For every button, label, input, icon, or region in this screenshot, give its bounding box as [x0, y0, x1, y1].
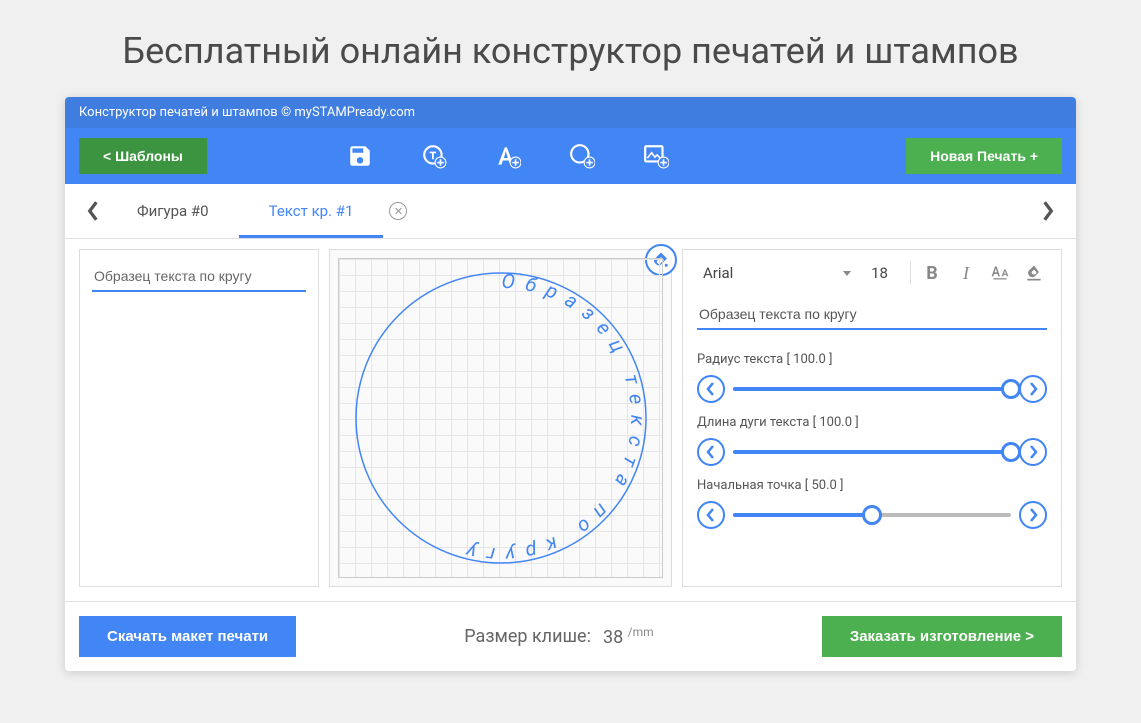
- font-select[interactable]: Arial: [697, 260, 857, 286]
- radius-decrease[interactable]: [697, 375, 725, 403]
- bottom-bar: Скачать макет печати Размер клише: 38 /m…: [65, 601, 1076, 671]
- cliche-size-value: 38: [603, 627, 623, 648]
- canvas-panel: Образец текста по кругу: [329, 249, 672, 587]
- page-title: Бесплатный онлайн конструктор печатей и …: [0, 0, 1141, 97]
- start-slider[interactable]: [733, 513, 1011, 517]
- new-stamp-button[interactable]: Новая Печать +: [906, 138, 1062, 174]
- canvas[interactable]: Образец текста по кругу: [338, 258, 663, 578]
- sample-text-input-right[interactable]: [697, 300, 1047, 330]
- arc-slider[interactable]: [733, 450, 1011, 454]
- toolbar: < Шаблоны Новая Печать +: [65, 128, 1076, 184]
- font-size-select[interactable]: 18: [865, 260, 902, 286]
- templates-button[interactable]: < Шаблоны: [79, 138, 207, 174]
- arc-label: Длина дуги текста [ 100.0 ]: [697, 415, 1047, 430]
- add-image-icon[interactable]: [643, 143, 669, 169]
- start-decrease[interactable]: [697, 501, 725, 529]
- add-text-icon[interactable]: [495, 143, 521, 169]
- tabs-row: Фигура #0 Текст кр. #1 ✕: [65, 184, 1076, 239]
- font-case-button[interactable]: [987, 260, 1013, 286]
- font-value: Arial: [703, 264, 733, 282]
- download-button[interactable]: Скачать макет печати: [79, 616, 296, 657]
- left-panel: [79, 249, 319, 587]
- chevron-down-icon: [843, 271, 851, 276]
- add-circle-text-icon[interactable]: [421, 143, 447, 169]
- sample-text-input-left[interactable]: [92, 262, 306, 292]
- tab-text-circle[interactable]: Текст кр. #1: [239, 190, 384, 232]
- tabs-next-button[interactable]: [1034, 197, 1062, 225]
- cliche-size-unit: /mm: [628, 625, 654, 639]
- order-button[interactable]: Заказать изготовление >: [822, 616, 1062, 657]
- radius-increase[interactable]: [1019, 375, 1047, 403]
- arc-decrease[interactable]: [697, 438, 725, 466]
- tab-shape[interactable]: Фигура #0: [107, 190, 239, 232]
- bold-button[interactable]: B: [919, 260, 945, 286]
- title-bar: Конструктор печатей и штампов © mySTAMPr…: [65, 97, 1076, 128]
- close-tab-icon[interactable]: ✕: [389, 202, 407, 220]
- canvas-circle-text: Образец текста по кругу: [454, 269, 650, 568]
- text-color-button[interactable]: [1021, 260, 1047, 286]
- app-window: Конструктор печатей и штампов © mySTAMPr…: [65, 97, 1076, 671]
- properties-panel: Arial 18 B I Радиус текста [ 100.0 ]: [682, 249, 1062, 587]
- italic-button[interactable]: I: [953, 260, 979, 286]
- svg-text:Образец текста по кругу: Образец текста по кругу: [454, 269, 650, 568]
- arc-increase[interactable]: [1019, 438, 1047, 466]
- start-increase[interactable]: [1019, 501, 1047, 529]
- cliche-size-label: Размер клише:: [464, 626, 591, 647]
- font-size-value: 18: [871, 264, 888, 282]
- radius-slider[interactable]: [733, 387, 1011, 391]
- save-icon[interactable]: [347, 143, 373, 169]
- radius-label: Радиус текста [ 100.0 ]: [697, 352, 1047, 367]
- add-shape-icon[interactable]: [569, 143, 595, 169]
- start-label: Начальная точка [ 50.0 ]: [697, 478, 1047, 493]
- tabs-prev-button[interactable]: [79, 197, 107, 225]
